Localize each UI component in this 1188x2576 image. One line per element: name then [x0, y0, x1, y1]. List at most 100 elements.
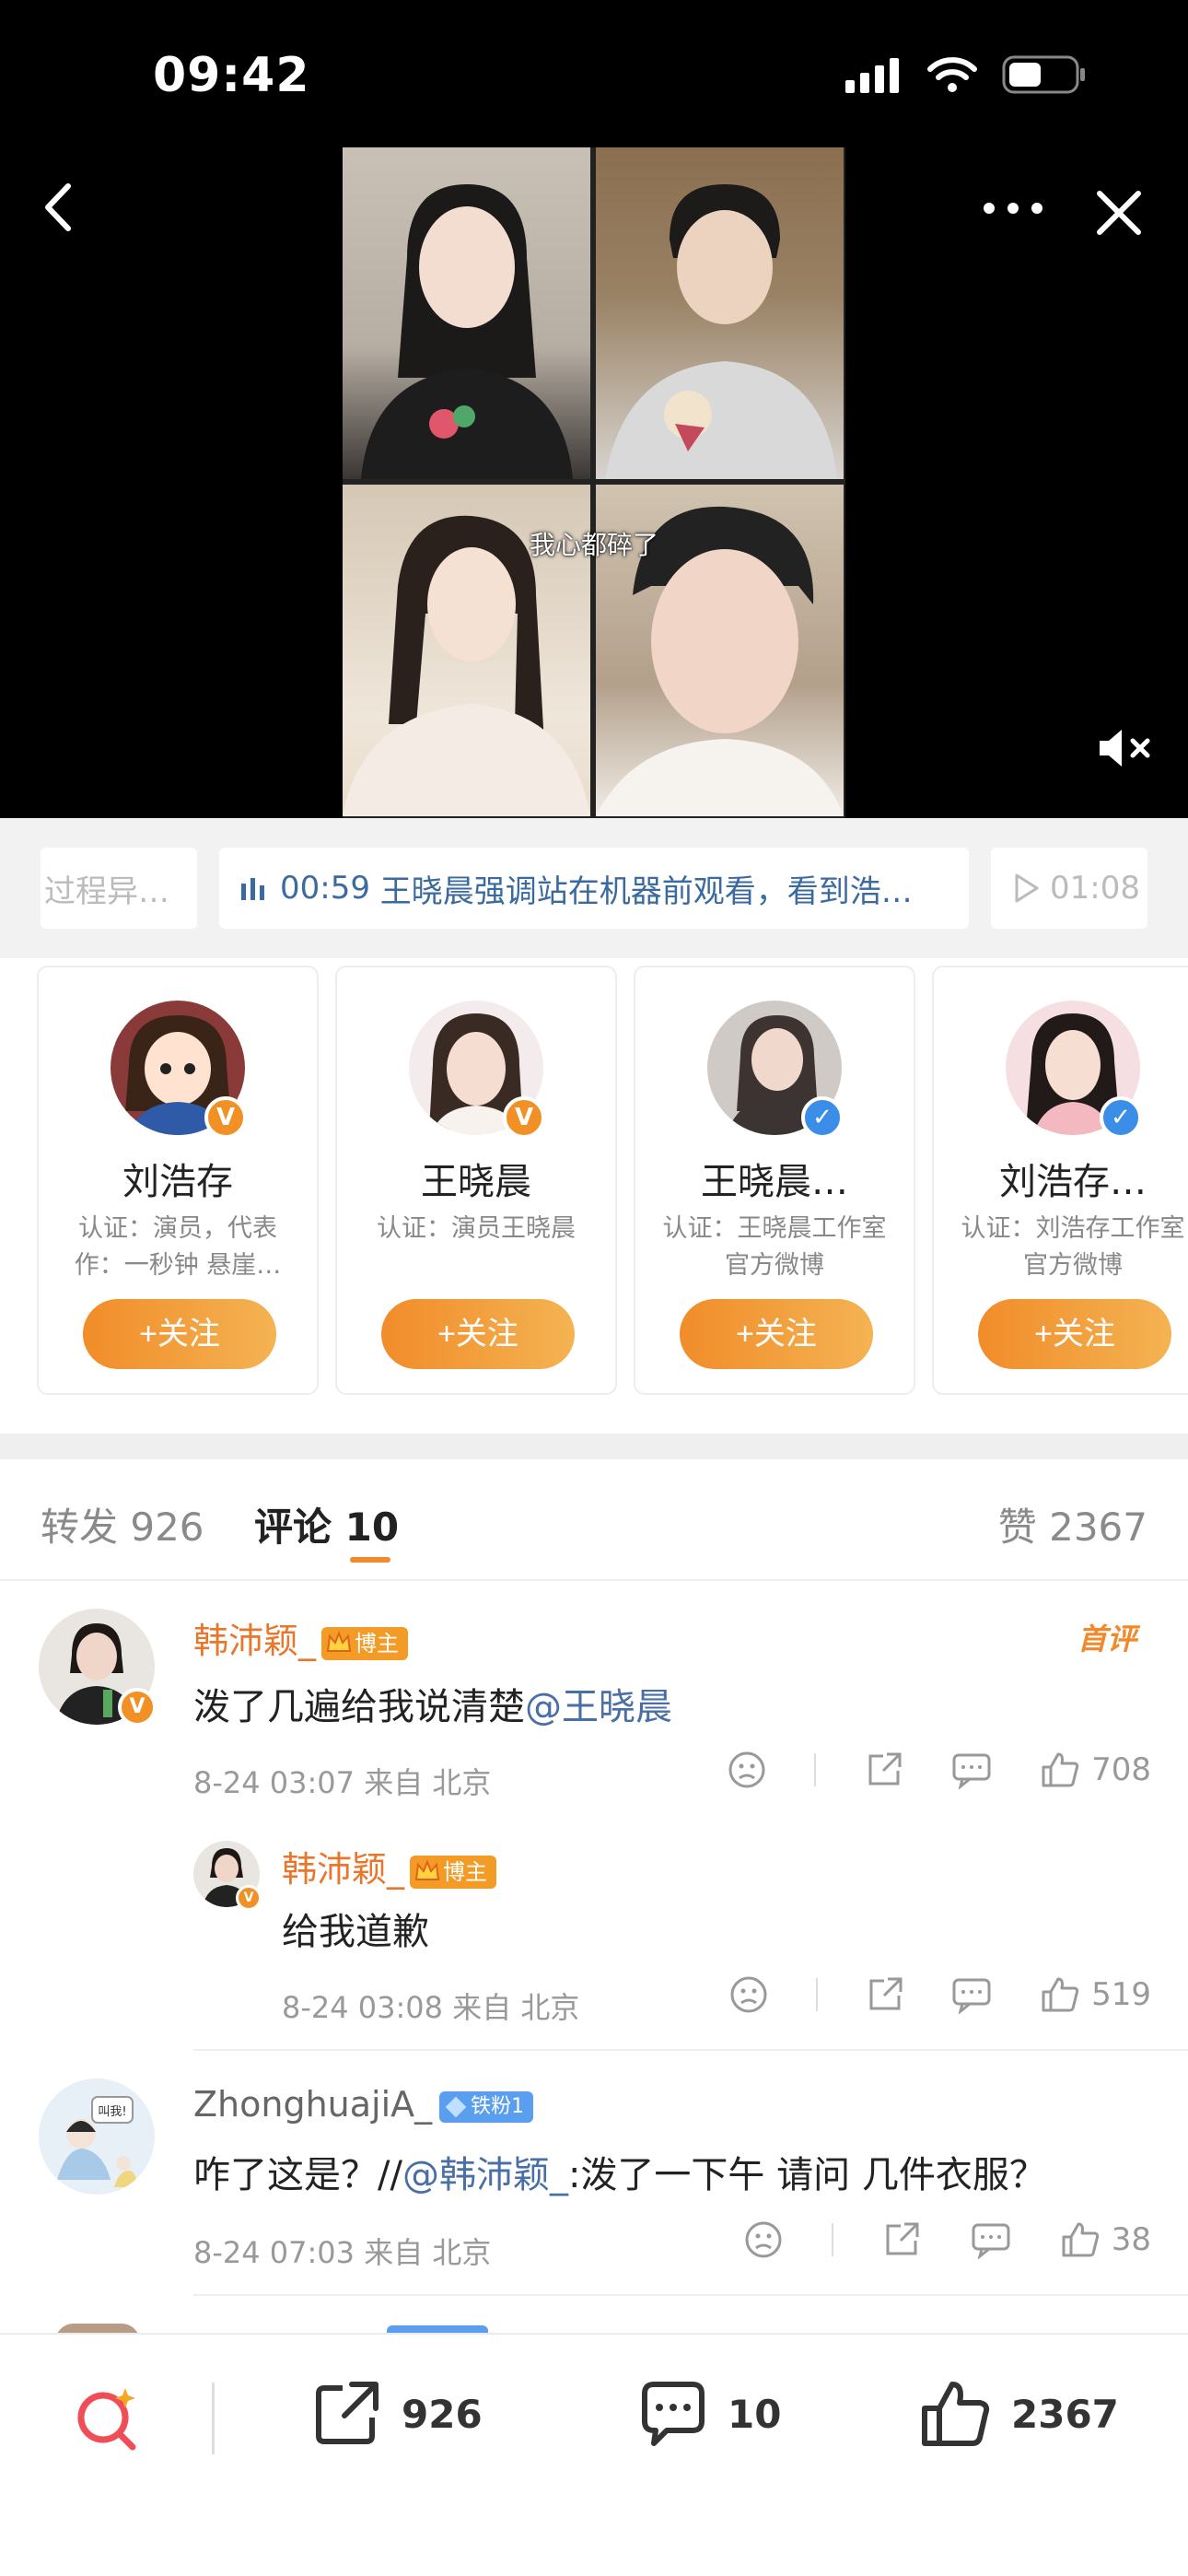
close-icon[interactable]: [1087, 181, 1151, 245]
chapter-text: 过程异…: [44, 872, 169, 910]
verified-badge-icon: V: [503, 1096, 545, 1139]
follow-button[interactable]: +关注: [381, 1299, 575, 1369]
first-comment-badge: 首评: [1077, 1622, 1137, 1657]
dislike-face-icon[interactable]: [729, 1975, 768, 2014]
user-name: 王晓晨: [421, 1161, 531, 1203]
like-button[interactable]: 38: [1060, 2220, 1151, 2259]
user-card[interactable]: V 王晓晨 认证：演员王晓晨 +关注: [335, 966, 617, 1395]
chapter-text: 王晓晨强调站在机器前观看，看到浩…: [379, 872, 913, 910]
blogger-tag: 博主: [321, 1626, 409, 1660]
user-card[interactable]: ✓ 刘浩存… 认证：刘浩存工作室官方微博 +关注: [932, 966, 1188, 1395]
tab-repost[interactable]: 转发 926: [41, 1496, 204, 1552]
follow-button[interactable]: +关注: [978, 1299, 1171, 1369]
chapter-item-next[interactable]: 01:08: [991, 848, 1147, 929]
mute-icon[interactable]: [1096, 724, 1160, 772]
divider: [815, 1978, 818, 2011]
share-icon[interactable]: [866, 1975, 904, 2014]
follow-button[interactable]: +关注: [680, 1299, 873, 1369]
like-button[interactable]: 519: [1040, 1975, 1151, 2014]
follow-button[interactable]: +关注: [83, 1299, 276, 1369]
like-button[interactable]: 2367: [919, 2377, 1119, 2451]
reply-icon[interactable]: [971, 2220, 1011, 2259]
video-subtitle: 我心都碎了: [529, 530, 658, 560]
chapter-item-current[interactable]: 00:59 王晓晨强调站在机器前观看，看到浩…: [219, 848, 969, 929]
comment-item: V 韩沛颖_ 博主 首评 泼了几遍给我说清楚@王晓晨 8-24 03:07 来自 …: [0, 1581, 1188, 2060]
repost-button[interactable]: 926: [309, 2377, 483, 2451]
video-tile-2: [596, 147, 844, 479]
divider: [832, 2223, 834, 2256]
video-frame[interactable]: 我心都碎了: [343, 147, 845, 818]
search-icon[interactable]: [70, 2381, 144, 2454]
comment-actions: 708: [728, 1751, 1151, 1789]
like-count: 708: [1091, 1751, 1151, 1788]
comment-count: 10: [728, 2391, 782, 2437]
related-users-carousel: V 刘浩存 认证：演员，代表作：一秒钟 悬崖… +关注 V 王晓晨 认证：演员王…: [0, 958, 1188, 1437]
user-name: 刘浩存: [122, 1161, 233, 1203]
repost-count: 926: [402, 2391, 483, 2437]
comment-meta: 8-24 07:03 来自 北京: [193, 2235, 492, 2270]
playing-bars-icon: [241, 878, 264, 900]
comment-author[interactable]: ZhonghuajiA_ 铁粉1: [193, 2084, 534, 2125]
chapter-time: 00:59: [280, 870, 370, 907]
blogger-tag: 博主: [410, 1855, 497, 1889]
play-icon: [1015, 873, 1039, 903]
share-icon[interactable]: [882, 2220, 921, 2259]
avatar[interactable]: 叫我!: [39, 2078, 155, 2195]
verified-badge-icon: ✓: [1100, 1096, 1142, 1139]
crown-icon: [414, 1858, 440, 1880]
dislike-face-icon[interactable]: [744, 2220, 783, 2259]
cellular-signal-icon: [845, 58, 899, 93]
user-verification: 认证：演员，代表作：一秒钟 悬崖…: [74, 1214, 282, 1280]
mention-link[interactable]: @王晓晨: [525, 1686, 672, 1728]
share-icon: [316, 2382, 379, 2444]
interaction-tabs: 转发 926 评论 10 赞 2367: [0, 1459, 1188, 1581]
video-chapter-strip: 过程异… 00:59 王晓晨强调站在机器前观看，看到浩… 01:08: [0, 818, 1188, 958]
verified-badge-icon: ✓: [801, 1096, 844, 1139]
user-card[interactable]: ✓ 王晓晨… 认证：王晓晨工作室官方微博 +关注: [634, 966, 915, 1395]
crown-icon: [326, 1630, 352, 1652]
author-name: 韩沛颖_: [193, 1621, 317, 1661]
chapter-item-previous[interactable]: 过程异…: [41, 848, 197, 929]
comment-meta: 8-24 03:08 来自 北京: [282, 1990, 580, 2025]
like-button[interactable]: 708: [1040, 1751, 1151, 1789]
user-verification: 认证：演员王晓晨: [377, 1214, 576, 1243]
comment-author[interactable]: 韩沛颖_ 博主: [282, 1841, 497, 1891]
reply-icon[interactable]: [951, 1975, 992, 2014]
like-count: 519: [1091, 1976, 1151, 2013]
divider: [212, 2383, 215, 2454]
section-gap: [0, 1434, 1188, 1459]
diamond-icon: [445, 2096, 467, 2117]
tab-like[interactable]: 赞 2367: [998, 1496, 1147, 1552]
author-name: 韩沛颖_: [282, 1849, 405, 1890]
comment-text: 给我道歉: [282, 1911, 429, 1953]
share-icon[interactable]: [865, 1751, 903, 1789]
divider: [814, 1753, 817, 1786]
status-time: 09:42: [153, 48, 310, 103]
comment-text: 咋了这是？//@韩沛颖_:泼了一下午 请问 几件衣服？: [193, 2154, 1046, 2196]
comment-item: 叫我! ZhonghuajiA_ 铁粉1 咋了这是？//@韩沛颖_:泼了一下午 请…: [0, 2051, 1188, 2290]
reply-icon[interactable]: [951, 1751, 992, 1789]
battery-icon: [1002, 55, 1085, 94]
verified-badge-icon: V: [236, 1885, 262, 1911]
chapter-time: 01:08: [1050, 870, 1140, 907]
mention-link[interactable]: @韩沛颖_: [402, 2154, 568, 2196]
video-tile-1: [343, 147, 590, 479]
dislike-face-icon[interactable]: [728, 1751, 766, 1789]
thumbs-up-icon: [922, 2382, 990, 2446]
comment-text: 泼了几遍给我说清楚@王晓晨: [193, 1686, 672, 1728]
user-verification: 认证：刘浩存工作室官方微博: [961, 1214, 1185, 1280]
bottom-action-bar: 926 10 2367: [0, 2333, 1188, 2576]
thumbs-up-icon: [1042, 1752, 1079, 1787]
comment-author[interactable]: 韩沛颖_ 博主: [193, 1612, 409, 1663]
back-icon[interactable]: [28, 175, 92, 240]
more-options-icon[interactable]: [976, 181, 1050, 236]
svg-text:叫我!: 叫我!: [98, 2105, 126, 2119]
user-name: 王晓晨…: [701, 1161, 848, 1203]
like-count: 38: [1111, 2221, 1151, 2258]
thumbs-up-icon: [1062, 2222, 1099, 2257]
comment-actions: 519: [729, 1975, 1151, 2014]
divider: [193, 2294, 1188, 2296]
fan-level-tag: 铁粉1: [439, 2090, 534, 2123]
user-card[interactable]: V 刘浩存 认证：演员，代表作：一秒钟 悬崖… +关注: [37, 966, 319, 1395]
comment-actions: 38: [744, 2220, 1151, 2259]
